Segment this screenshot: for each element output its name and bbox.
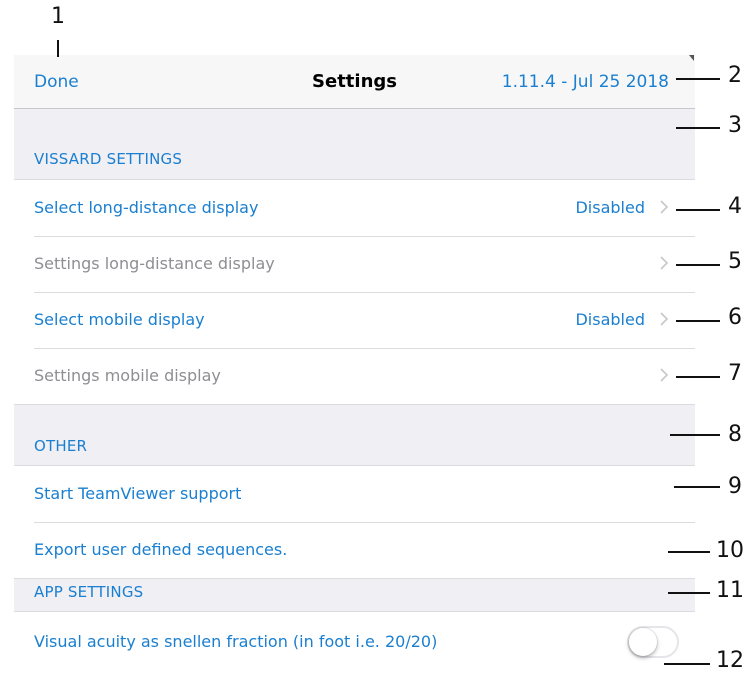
select-long-distance-display-row[interactable]: Select long-distance display Disabled xyxy=(14,180,695,236)
chevron-right-icon xyxy=(660,312,669,326)
section-header-vissard-settings: VISSARD SETTINGS xyxy=(34,150,183,168)
callout-line xyxy=(668,551,710,553)
chevron-right-icon xyxy=(660,200,669,214)
callout-line xyxy=(676,376,720,378)
snellen-fraction-row: Visual acuity as snellen fraction (in fo… xyxy=(14,612,695,668)
snellen-fraction-toggle[interactable] xyxy=(627,626,679,658)
callout-number: 6 xyxy=(728,305,742,330)
callout-number: 8 xyxy=(728,422,742,447)
settings-mobile-display-row[interactable]: Settings mobile display xyxy=(14,348,695,404)
row-label: Visual acuity as snellen fraction (in fo… xyxy=(34,632,438,651)
section-header-other: OTHER xyxy=(34,437,88,455)
toggle-knob xyxy=(629,628,657,656)
callout-number: 3 xyxy=(728,113,742,138)
row-value: Disabled xyxy=(575,310,645,329)
callout-line xyxy=(668,592,710,594)
version-label: 1.11.4 - Jul 25 2018 xyxy=(501,72,669,92)
done-button[interactable]: Done xyxy=(34,72,79,92)
start-teamviewer-support-row[interactable]: Start TeamViewer support xyxy=(14,466,695,522)
other-group: Start TeamViewer support Export user def… xyxy=(14,465,695,579)
callout-line xyxy=(670,434,720,436)
callout-line xyxy=(57,40,59,57)
settings-long-distance-display-row[interactable]: Settings long-distance display xyxy=(14,236,695,292)
callout-number: 11 xyxy=(716,578,744,603)
navigation-bar: Done Settings 1.11.4 - Jul 25 2018 xyxy=(14,55,695,109)
section-header-app-settings: APP SETTINGS xyxy=(34,583,144,601)
row-label: Settings mobile display xyxy=(34,366,221,385)
callout-number: 10 xyxy=(716,538,744,563)
row-label: Select long-distance display xyxy=(34,198,259,217)
callout-number: 9 xyxy=(728,474,742,499)
vissard-settings-group: Select long-distance display Disabled Se… xyxy=(14,179,695,405)
export-user-defined-sequences-row[interactable]: Export user defined sequences. xyxy=(14,522,695,578)
callout-line xyxy=(676,264,720,266)
callout-number: 4 xyxy=(728,194,742,219)
chevron-right-icon xyxy=(660,256,669,270)
chevron-right-icon xyxy=(660,368,669,382)
callout-line xyxy=(674,486,720,488)
app-settings-group: Visual acuity as snellen fraction (in fo… xyxy=(14,611,695,693)
row-label: Settings long-distance display xyxy=(34,254,275,273)
callout-number: 12 xyxy=(716,648,744,673)
select-mobile-display-row[interactable]: Select mobile display Disabled xyxy=(14,292,695,348)
callout-line xyxy=(664,663,710,665)
row-label: Select mobile display xyxy=(34,310,205,329)
callout-number: 2 xyxy=(728,63,742,88)
callout-number: 1 xyxy=(51,4,65,29)
row-value: Disabled xyxy=(575,198,645,217)
callout-number: 5 xyxy=(728,249,742,274)
callout-line xyxy=(676,78,720,80)
callout-line xyxy=(676,209,720,211)
row-label: Export user defined sequences. xyxy=(34,540,288,559)
settings-screen: Done Settings 1.11.4 - Jul 25 2018 VISSA… xyxy=(14,55,695,693)
row-label: Start TeamViewer support xyxy=(34,484,242,503)
callout-number: 7 xyxy=(728,361,742,386)
callout-line xyxy=(676,127,720,129)
callout-line xyxy=(676,320,720,322)
corner-marker xyxy=(689,55,694,61)
